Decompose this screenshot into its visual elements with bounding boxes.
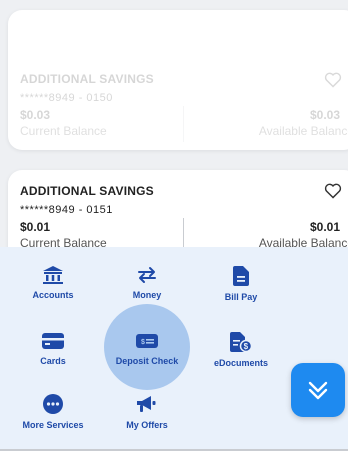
account-number: ******8949 - 0151: [20, 204, 113, 216]
account-name: ADDITIONAL SAVINGS: [20, 72, 154, 86]
available-balance-value: $0.03: [309, 108, 340, 122]
menu-item-label: My Offers: [126, 420, 168, 430]
more-icon: [43, 394, 63, 414]
menu-item-label: eDocuments: [213, 358, 268, 368]
current-balance-value: $0.03: [20, 108, 51, 122]
bill-icon: [233, 266, 249, 286]
menu-item-bill-pay[interactable]: Bill Pay: [196, 266, 286, 302]
menu-item-edocuments[interactable]: $ eDocuments: [196, 332, 286, 368]
divider: [183, 106, 184, 142]
svg-text:$: $: [244, 342, 249, 351]
menu-item-more-services[interactable]: More Services: [8, 394, 98, 430]
double-chevron-down-icon: [308, 381, 328, 400]
collapse-menu-button[interactable]: [291, 363, 345, 417]
menu-item-label: Cards: [40, 356, 66, 366]
menu-item-label: Bill Pay: [224, 292, 258, 302]
favorite-heart-icon[interactable]: [324, 72, 342, 88]
bank-icon: [43, 266, 63, 284]
transfer-arrows-icon: [138, 267, 156, 283]
svg-text:$: $: [141, 339, 145, 346]
menu-item-cards[interactable]: Cards: [8, 332, 98, 366]
current-balance-value: $0.01: [20, 220, 51, 234]
check-icon: $: [136, 334, 158, 348]
document-dollar-icon: $: [230, 332, 252, 352]
menu-item-label: Deposit Check: [115, 356, 179, 366]
account-card[interactable]: ADDITIONAL SAVINGS ******8949 - 0150 $0.…: [8, 10, 348, 150]
menu-item-money[interactable]: Money: [102, 266, 192, 300]
menu-item-label: Accounts: [32, 290, 74, 300]
menu-item-label: Money: [132, 290, 162, 300]
megaphone-icon: [137, 396, 156, 412]
menu-item-label: More Services: [22, 420, 84, 430]
account-number: ******8949 - 0150: [20, 92, 113, 104]
menu-item-deposit-check[interactable]: $ Deposit Check: [102, 332, 192, 366]
available-balance-value: $0.01: [309, 220, 340, 234]
menu-item-my-offers[interactable]: My Offers: [102, 394, 192, 430]
card-icon: [42, 333, 64, 349]
current-balance-label: Current Balance: [20, 124, 107, 138]
available-balance-label: Available Balance: [258, 124, 348, 138]
menu-item-accounts[interactable]: Accounts: [8, 266, 98, 300]
account-name: ADDITIONAL SAVINGS: [20, 184, 154, 198]
favorite-heart-icon[interactable]: [324, 183, 342, 199]
